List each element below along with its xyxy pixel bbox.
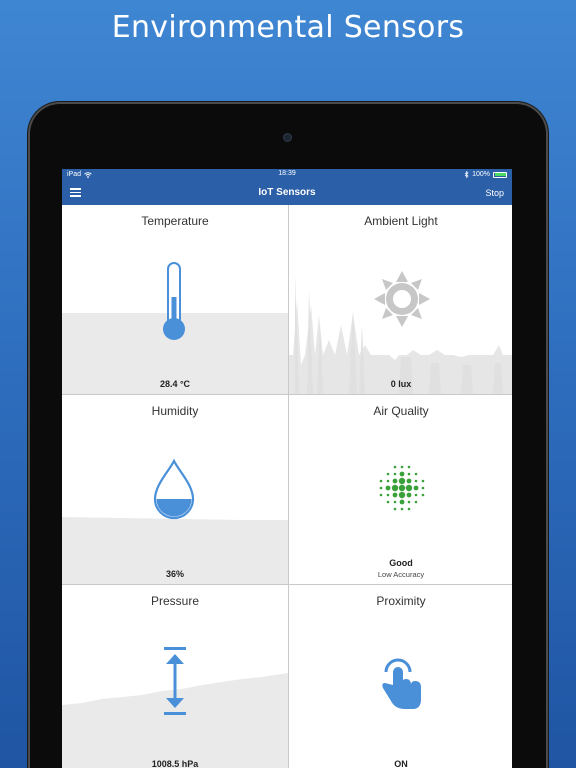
vertical-arrows-icon — [164, 647, 186, 715]
air-quality-dot — [398, 491, 406, 499]
air-quality-dot — [407, 472, 411, 476]
air-quality-dot — [379, 493, 383, 497]
air-quality-dot — [379, 479, 383, 483]
status-bar: 18:39 iPad 100% — [62, 169, 512, 180]
air-quality-dot — [413, 485, 419, 491]
air-quality-dot — [379, 486, 383, 490]
air-quality-dot — [407, 507, 411, 511]
air-quality-dot — [398, 484, 406, 492]
tile-title: Air Quality — [373, 404, 429, 418]
tile-title: Proximity — [376, 594, 426, 608]
water-drop-icon — [153, 459, 195, 520]
air-quality-dot — [393, 500, 397, 504]
tile-ambient-light[interactable]: Ambient Light 0 lux — [289, 205, 512, 394]
tile-humidity[interactable]: Humidity 36% — [62, 395, 288, 584]
proximity-value: ON — [394, 759, 408, 768]
wifi-icon — [84, 171, 92, 178]
air-quality-dot — [398, 477, 406, 485]
page-headline: Environmental Sensors — [111, 10, 465, 45]
air-quality-dot — [391, 484, 399, 492]
air-quality-dot — [392, 478, 398, 484]
air-quality-dot — [414, 472, 418, 476]
air-quality-accuracy: Low Accuracy — [377, 570, 425, 579]
tile-air-quality[interactable]: Air Quality Good Low Accuracy — [289, 395, 512, 584]
air-quality-dot — [406, 478, 412, 484]
bluetooth-icon — [464, 171, 469, 178]
air-quality-dot — [385, 485, 391, 491]
sensor-grid: Temperature 28.4 °C Ambient Light 0 lux … — [62, 205, 512, 768]
dot-cluster-icon — [379, 465, 425, 511]
air-quality-dot — [386, 472, 390, 476]
humidity-value: 36% — [165, 569, 184, 579]
air-quality-dot — [407, 500, 411, 504]
air-quality-dot — [400, 465, 404, 469]
air-quality-dot — [421, 486, 425, 490]
air-quality-dot — [399, 471, 405, 477]
air-quality-dot — [414, 479, 418, 483]
air-quality-dot — [421, 493, 425, 497]
pressure-value: 1008.5 hPa — [151, 759, 199, 768]
air-quality-dot — [414, 500, 418, 504]
air-quality-dot — [414, 493, 418, 497]
air-quality-dot — [405, 484, 413, 492]
tile-title: Temperature — [141, 214, 209, 228]
air-quality-dot — [421, 479, 425, 483]
air-quality-value: Good — [389, 558, 413, 568]
air-quality-dot — [407, 465, 411, 469]
air-quality-dot — [399, 499, 405, 505]
tile-title: Humidity — [151, 404, 199, 418]
navigation-bar: IoT Sensors Stop — [62, 180, 512, 205]
tile-proximity[interactable]: Proximity ON — [289, 585, 512, 768]
temperature-value: 28.4 °C — [159, 379, 191, 389]
tile-temperature[interactable]: Temperature 28.4 °C — [62, 205, 288, 394]
air-quality-dot — [393, 507, 397, 511]
tile-title: Ambient Light — [364, 214, 438, 228]
stop-button[interactable]: Stop — [485, 188, 504, 198]
air-quality-dot — [400, 507, 404, 511]
air-quality-dot — [386, 479, 390, 483]
tap-finger-icon — [382, 658, 421, 709]
tile-pressure[interactable]: Pressure 1008.5 hPa — [62, 585, 288, 768]
battery-icon — [493, 171, 507, 178]
air-quality-dot — [386, 500, 390, 504]
sun-icon — [374, 271, 430, 327]
status-time: 18:39 — [278, 170, 296, 177]
navbar-title: IoT Sensors — [258, 187, 316, 198]
air-quality-dot — [406, 492, 412, 498]
air-quality-dot — [392, 492, 398, 498]
hamburger-icon[interactable] — [70, 188, 81, 197]
air-quality-dot — [393, 472, 397, 476]
thermometer-icon — [163, 262, 185, 340]
carrier-label: iPad — [67, 171, 82, 178]
air-quality-dot — [393, 465, 397, 469]
tile-title: Pressure — [150, 594, 200, 608]
camera-icon — [283, 133, 292, 142]
app-screen: 18:39 iPad 100% IoT Sensors Stop Tempera… — [62, 169, 512, 768]
ambient-light-value: 0 lux — [390, 379, 412, 389]
battery-percent: 100% — [472, 171, 490, 178]
air-quality-dot — [386, 493, 390, 497]
